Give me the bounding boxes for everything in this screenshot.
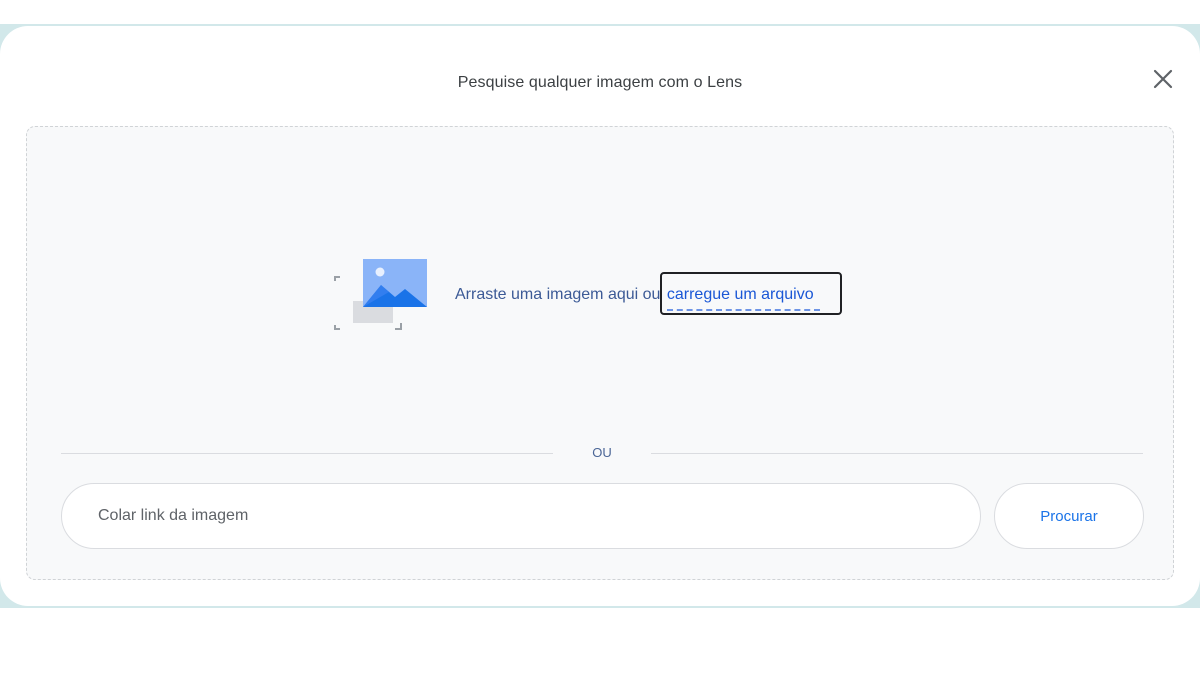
dropzone-prompt: Arraste uma imagem aqui ou carregue um a… [333,257,842,333]
upload-file-link[interactable]: carregue um arquivo [659,272,842,315]
close-icon [1153,69,1173,89]
or-divider: OU [61,443,1143,463]
divider-line-left [61,453,553,454]
lens-search-dialog: Pesquise qualquer imagem com o Lens Arra… [0,26,1200,606]
dropzone-text-prefix: Arraste uma imagem aqui ou [455,286,665,303]
page: Pesquise qualquer imagem com o Lens Arra… [0,0,1200,675]
image-dropzone[interactable]: Arraste uma imagem aqui ou carregue um a… [26,126,1174,580]
divider-label: OU [592,445,612,460]
search-button[interactable]: Procurar [994,483,1144,549]
dialog-title: Pesquise qualquer imagem com o Lens [457,74,743,91]
image-placeholder-icon [333,257,429,333]
dropzone-text: Arraste uma imagem aqui ou carregue um a… [455,272,842,315]
close-button[interactable] [1146,62,1180,96]
upload-file-link-label: carregue um arquivo [666,286,814,303]
focus-underline [666,309,820,311]
divider-line-right [651,453,1143,454]
image-link-input[interactable] [61,483,981,549]
